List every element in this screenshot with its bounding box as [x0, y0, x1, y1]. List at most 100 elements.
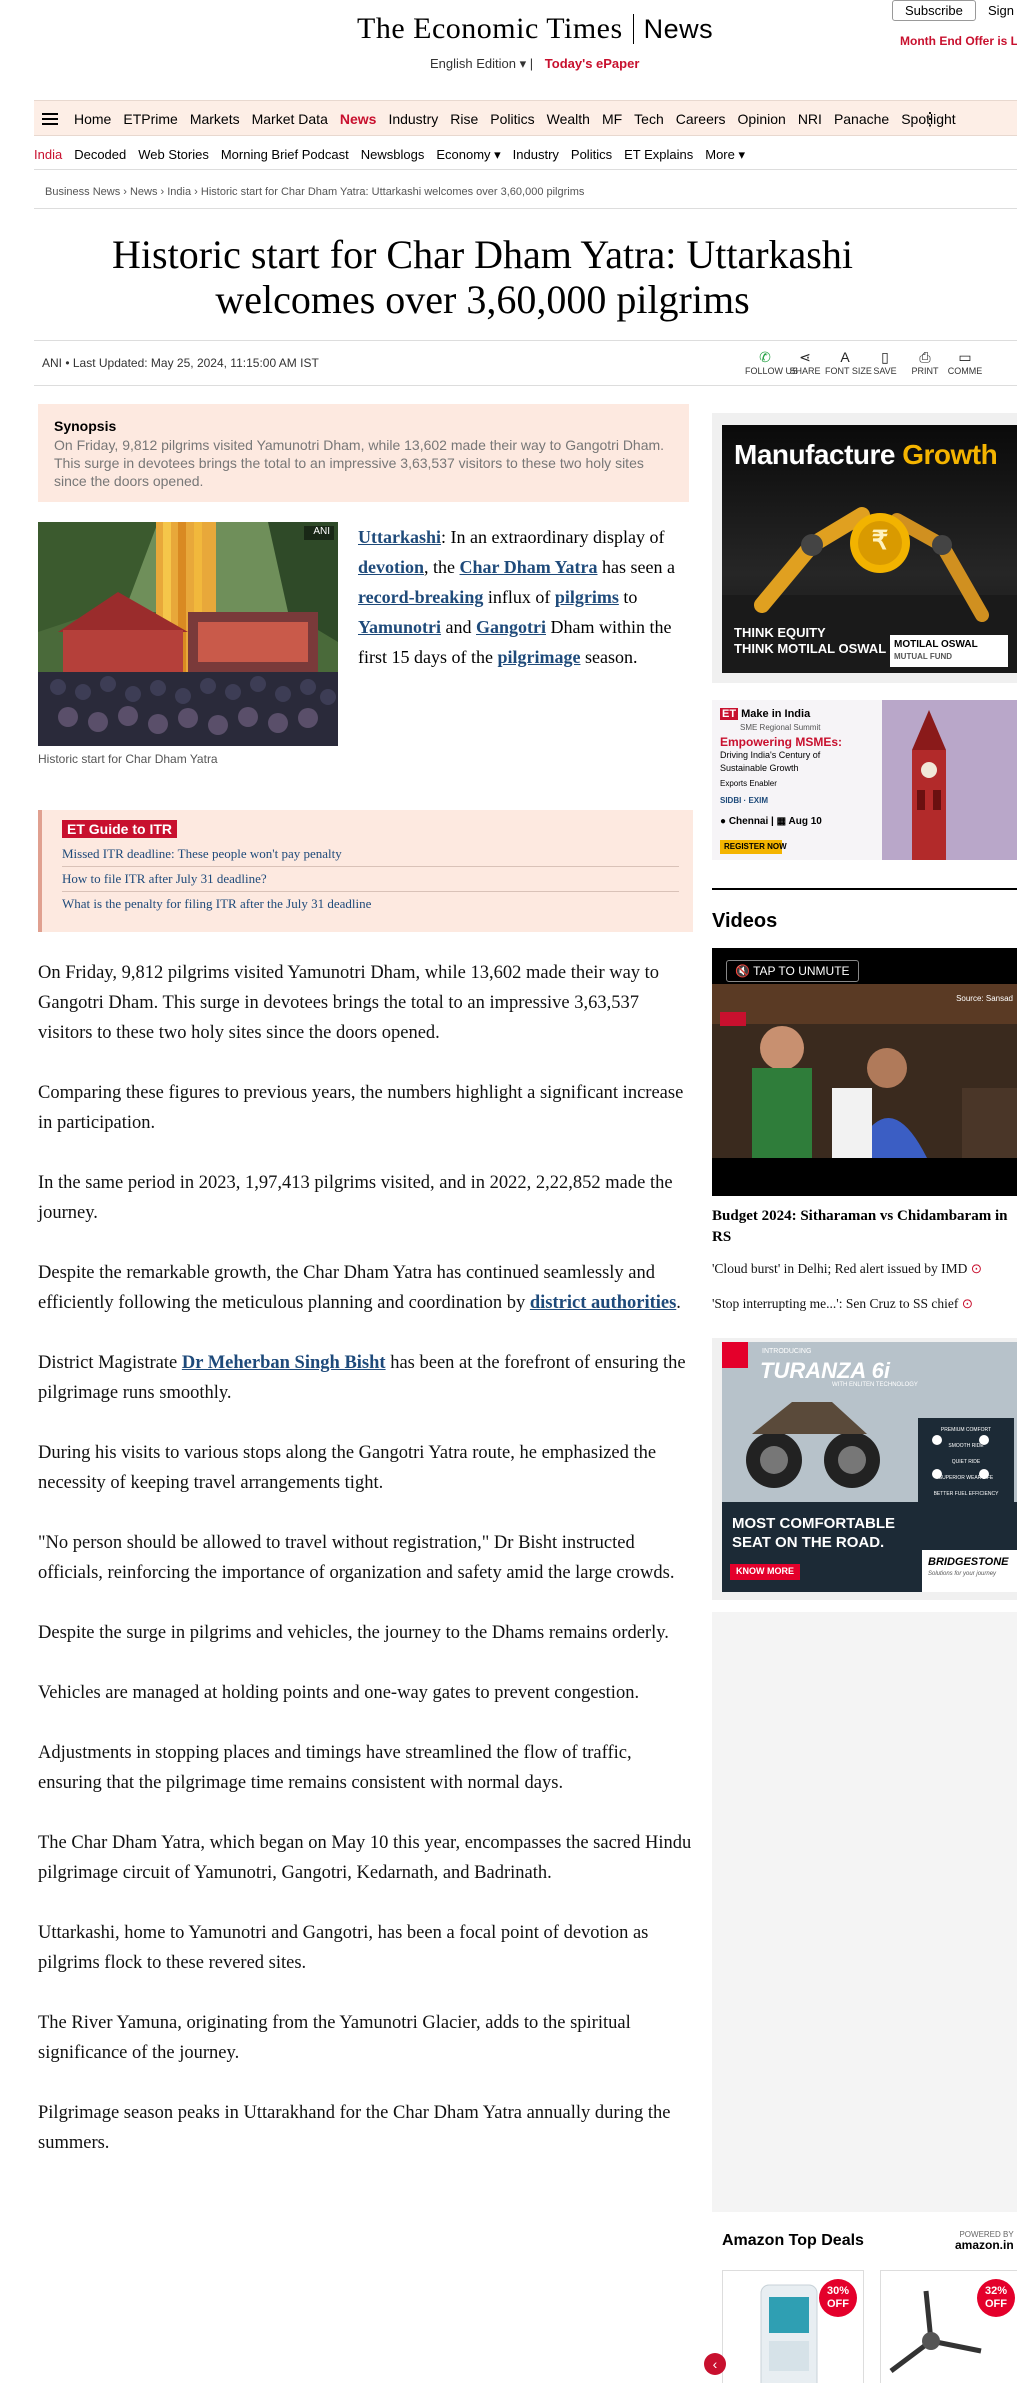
calendar-icon: ▦ — [776, 816, 787, 827]
nav-item-opinion[interactable]: Opinion — [732, 111, 792, 127]
subnav-item-economy[interactable]: Economy ▾ — [436, 147, 508, 163]
site-logo[interactable]: The Economic Times News — [357, 12, 713, 46]
more-vertical-icon[interactable]: ⋮ — [921, 110, 939, 128]
paragraph: On Friday, 9,812 pilgrims visited Yamuno… — [38, 963, 660, 1043]
menu-icon[interactable] — [42, 113, 58, 125]
subnav-item-india[interactable]: India — [34, 147, 70, 162]
know-more-button[interactable]: KNOW MORE — [736, 1566, 794, 1576]
keyword-link[interactable]: pilgrimage — [497, 647, 580, 667]
video-frame — [712, 948, 1017, 1196]
offer-banner[interactable]: Month End Offer is Li — [900, 34, 1017, 48]
paragraph: The River Yamuna, originating from the Y… — [38, 2013, 631, 2063]
synopsis-box: Synopsis On Friday, 9,812 pilgrims visit… — [38, 404, 689, 502]
video-title[interactable]: Budget 2024: Sitharaman vs Chidambaram i… — [712, 1206, 1017, 1248]
nav-item-careers[interactable]: Careers — [670, 111, 732, 127]
tool-share[interactable]: ⋖ SHARE — [785, 348, 825, 376]
tool-font-size[interactable]: A FONT SIZE — [825, 348, 872, 376]
lead-image[interactable]: ANI — [38, 522, 338, 746]
keyword-link[interactable]: Yamunotri — [358, 617, 441, 637]
tool-comme[interactable]: ▭ COMME — [945, 348, 985, 376]
keyword-link[interactable]: pilgrims — [555, 587, 619, 607]
make-in-india-ad[interactable]: ET Make in India SME Regional Summit Emp… — [712, 700, 1017, 860]
paragraph: Adjustments in stopping places and timin… — [38, 1743, 632, 1793]
nav-item-news[interactable]: News — [334, 111, 383, 127]
ad-brand-sub: MUTUAL FUND — [894, 652, 953, 661]
ad-sponsor: SIDBI · EXIM — [720, 796, 769, 805]
discount-label: OFF — [985, 2298, 1007, 2310]
deal-card[interactable]: 32% OFF — [880, 2270, 1017, 2383]
nav-item-politics[interactable]: Politics — [484, 111, 540, 127]
subnav-item-decoded[interactable]: Decoded — [74, 147, 134, 162]
amazon-deals-heading: Amazon Top Deals — [722, 2232, 864, 2249]
ad-headline: MOST COMFORTABLE — [732, 1515, 896, 1532]
carousel-prev-icon[interactable]: ‹ — [704, 2353, 726, 2375]
nav-item-home[interactable]: Home — [68, 111, 117, 127]
subnav-item-politics[interactable]: Politics — [571, 147, 620, 162]
lead-paragraph: Uttarkashi: In an extraordinary display … — [358, 522, 690, 672]
tool-follow-us[interactable]: ✆ FOLLOW US — [745, 348, 798, 376]
register-button[interactable]: REGISTER NOW — [724, 842, 787, 851]
ad-tagline: THINK EQUITY — [734, 625, 826, 640]
comment-icon: ▭ — [958, 349, 972, 365]
nav-item-industry[interactable]: Industry — [382, 111, 444, 127]
nav-item-rise[interactable]: Rise — [444, 111, 484, 127]
secondary-nav: India Decoded Web Stories Morning Brief Pod… — [34, 140, 1017, 170]
nav-item-mf[interactable]: MF — [596, 111, 628, 127]
keyword-link[interactable]: Gangotri — [476, 617, 546, 637]
subnav-item-morning-brief-podcast[interactable]: Morning Brief Podcast — [221, 147, 357, 162]
keyword-link[interactable]: devotion — [358, 557, 424, 577]
signin-link[interactable]: Sign — [988, 3, 1014, 18]
subnav-item-newsblogs[interactable]: Newsblogs — [361, 147, 433, 162]
nav-item-market-data[interactable]: Market Data — [246, 111, 334, 127]
tool-label: SHARE — [789, 366, 821, 376]
guide-link[interactable]: What is the penalty for filing ITR after… — [62, 892, 679, 916]
nav-item-panache[interactable]: Panache — [828, 111, 895, 127]
page-title: Historic start for Char Dham Yatra: Utta… — [112, 232, 853, 322]
paragraph: Vehicles are managed at holding points a… — [38, 1683, 640, 1703]
video-link[interactable]: 'Stop interrupting me...': Sen Cruz to S… — [712, 1296, 973, 1312]
keyword-link[interactable]: Dr Meherban Singh Bisht — [182, 1353, 386, 1373]
subnav-item-et-explains[interactable]: ET Explains — [624, 147, 701, 162]
byline: ANI • Last Updated: May 25, 2024, 11:15:… — [42, 356, 319, 370]
video-link-text: 'Stop interrupting me...': Sen Cruz to S… — [712, 1296, 959, 1311]
video-player[interactable]: 🔇 TAP TO UNMUTE Source: Sansad — [712, 948, 1017, 1196]
subnav-item-more[interactable]: More ▾ — [705, 147, 753, 163]
ad-brand: MOTILAL OSWAL — [894, 639, 978, 650]
epaper-link[interactable]: Today's ePaper — [545, 56, 640, 71]
ad-feature: QUIET RIDE — [951, 1459, 981, 1465]
keyword-link[interactable]: record-breaking — [358, 587, 483, 607]
lead-text-segment: influx of — [483, 587, 555, 607]
guide-link[interactable]: Missed ITR deadline: These people won't … — [62, 842, 679, 867]
bridgestone-ad[interactable]: INTRODUCING TURANZA 6i WITH ENLITEN TECH… — [722, 1342, 1017, 1592]
ad-event: Make in India — [741, 708, 811, 720]
print-icon: ⎙ — [919, 349, 931, 365]
tool-print[interactable]: ⎙ PRINT — [905, 348, 945, 376]
subnav-item-industry[interactable]: Industry — [513, 147, 567, 162]
unmute-button[interactable]: 🔇 TAP TO UNMUTE — [726, 960, 859, 982]
edition-selector[interactable]: English Edition ▾ — [430, 56, 526, 71]
breadcrumb[interactable]: Business News › News › India › Historic … — [45, 186, 584, 198]
nav-item-etprime[interactable]: ETPrime — [117, 111, 183, 127]
bookmark-icon: ▯ — [881, 349, 889, 365]
guide-link[interactable]: How to file ITR after July 31 deadline? — [62, 867, 679, 892]
motilal-oswal-ad[interactable]: Manufacture Growth ₹ THINK EQUITY THINK M… — [722, 425, 1017, 673]
ad-enabler: Exports Enabler — [720, 779, 777, 788]
paragraph: In the same period in 2023, 1,97,413 pil… — [38, 1173, 673, 1223]
nav-item-markets[interactable]: Markets — [184, 111, 246, 127]
image-caption: Historic start for Char Dham Yatra — [38, 752, 218, 766]
tool-save[interactable]: ▯ SAVE — [865, 348, 905, 376]
nav-item-tech[interactable]: Tech — [628, 111, 670, 127]
keyword-link[interactable]: Char Dham Yatra — [460, 557, 598, 577]
paragraph-text: . — [676, 1293, 681, 1313]
video-link[interactable]: 'Cloud burst' in Delhi; Red alert issued… — [712, 1261, 982, 1277]
nav-item-nri[interactable]: NRI — [792, 111, 828, 127]
logo-divider — [632, 14, 634, 44]
divider — [34, 208, 1017, 209]
keyword-link[interactable]: Uttarkashi — [358, 527, 441, 547]
deal-card[interactable]: 30% OFF — [722, 2270, 864, 2383]
keyword-link[interactable]: district authorities — [530, 1293, 676, 1313]
nav-item-wealth[interactable]: Wealth — [541, 111, 596, 127]
subnav-item-web-stories[interactable]: Web Stories — [138, 147, 217, 162]
et-guide-box: ET Guide to ITR Missed ITR deadline: The… — [38, 810, 693, 932]
subscribe-button[interactable]: Subscribe — [892, 0, 976, 21]
